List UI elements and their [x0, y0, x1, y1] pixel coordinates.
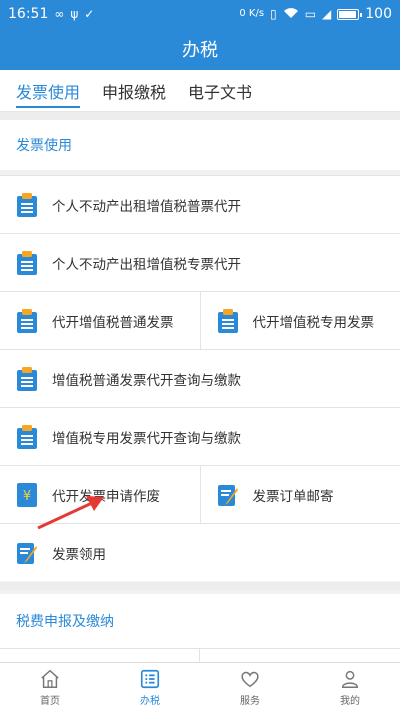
status-time: 16:51	[8, 6, 49, 22]
tabbar-label: 服务	[240, 696, 260, 707]
item-invoice-collect[interactable]: 发票领用	[0, 524, 400, 581]
list-icon	[140, 669, 160, 689]
divider	[0, 582, 400, 590]
battery-level	[339, 10, 357, 18]
heart-icon	[241, 671, 259, 688]
clipboard-icon	[17, 308, 37, 333]
invoice-grid: 个人不动产出租增值税普票代开 个人不动产出租增值税专票代开 代开增值税普通发票 …	[0, 175, 400, 581]
grid-row: 发票领用	[0, 523, 400, 581]
item-invoice-mail[interactable]: 发票订单邮寄	[199, 466, 400, 523]
tabbar-label: 我的	[340, 696, 360, 707]
grid-row: 个人不动产出租增值税普票代开	[0, 175, 400, 233]
item-label: 代开增值税普通发票	[52, 314, 174, 331]
grid-row: 代开增值税普通发票 代开增值税专用发票	[0, 291, 400, 349]
item-label: 代开增值税专用发票	[252, 314, 375, 331]
item-invoice-void-request[interactable]: ¥ 代开发票申请作废	[0, 466, 200, 523]
tab-tax-declare[interactable]: 申报缴税	[102, 70, 166, 112]
clipboard-icon	[17, 250, 37, 275]
clipboard-icon	[17, 424, 37, 449]
tabbar-tax[interactable]: 办税	[100, 663, 200, 712]
item-label: 发票领用	[52, 546, 106, 563]
battery-icon	[337, 8, 363, 20]
tabbar-me[interactable]: 我的	[300, 663, 400, 712]
infinity-icon: ∞	[54, 7, 65, 21]
tab-e-documents[interactable]: 电子文书	[188, 70, 252, 112]
divider	[0, 112, 400, 120]
svg-text:¥: ¥	[23, 489, 31, 504]
yuan-document-icon: ¥	[17, 482, 37, 507]
tax-grid-top	[0, 648, 400, 663]
tab-invoice-use[interactable]: 发票使用	[16, 70, 81, 112]
clipboard-icon	[217, 308, 238, 333]
grid-row: 增值税专用发票代开查询与缴款	[0, 407, 400, 465]
bottom-tabbar: 首页 办税 服务 我的	[0, 662, 400, 712]
status-bar: 16:51 ∞ ψ ✓ 0 K/s ▯ ▭ ◢ 100	[0, 0, 400, 28]
signal-icon: ◢	[322, 7, 332, 21]
item-general-vat-invoice[interactable]: 代开增值税普通发票	[0, 292, 200, 349]
item-label: 个人不动产出租增值税专票代开	[52, 256, 241, 273]
usb-icon: ψ	[70, 7, 79, 21]
item-general-invoice-query[interactable]: 增值税普通发票代开查询与缴款	[0, 350, 400, 407]
grid-row: 增值税普通发票代开查询与缴款	[0, 349, 400, 407]
item-label: 个人不动产出租增值税普票代开	[52, 198, 241, 215]
clipboard-icon	[17, 366, 37, 391]
item-label: 代开发票申请作废	[52, 488, 160, 505]
wifi-icon	[283, 7, 299, 21]
edit-document-icon	[17, 542, 37, 564]
tabbar-service[interactable]: 服务	[200, 663, 300, 712]
header: 办税	[0, 28, 400, 70]
section-title-invoice: 发票使用	[0, 120, 400, 170]
grid-row: ¥ 代开发票申请作废 发票订单邮寄	[0, 465, 400, 523]
item-special-vat-invoice[interactable]: 代开增值税专用发票	[199, 292, 400, 349]
net-speed: 0 K/s	[239, 8, 265, 19]
home-icon	[41, 669, 59, 688]
person-icon	[341, 670, 359, 688]
check-icon: ✓	[84, 7, 95, 21]
tabbar-label: 办税	[140, 696, 160, 707]
clipboard-icon	[17, 192, 37, 217]
tab-label: 发票使用	[16, 82, 81, 102]
vibrate-icon: ▯	[270, 7, 277, 21]
tabbar-home[interactable]: 首页	[0, 663, 100, 712]
top-tabs: 发票使用 申报缴税 电子文书	[0, 70, 400, 112]
item-label: 发票订单邮寄	[252, 488, 334, 505]
item-rent-general-invoice[interactable]: 个人不动产出租增值税普票代开	[0, 176, 400, 233]
tab-label: 申报缴税	[102, 82, 167, 102]
item-label: 增值税专用发票代开查询与缴款	[52, 430, 241, 447]
edit-document-icon	[217, 484, 238, 506]
section-title-tax: 税费申报及缴纳	[0, 594, 400, 648]
grid-row: 个人不动产出租增值税专票代开	[0, 233, 400, 291]
section-title-text: 发票使用	[16, 138, 72, 154]
page-title: 办税	[182, 40, 218, 61]
item-label: 增值税普通发票代开查询与缴款	[52, 372, 241, 389]
battery-percent: 100	[365, 6, 392, 22]
divider	[199, 649, 200, 663]
item-rent-special-invoice[interactable]: 个人不动产出租增值税专票代开	[0, 234, 400, 291]
item-special-invoice-query[interactable]: 增值税专用发票代开查询与缴款	[0, 408, 400, 465]
tabbar-label: 首页	[40, 696, 60, 707]
screen-icon: ▭	[304, 7, 317, 21]
tab-label: 电子文书	[188, 82, 253, 102]
section-title-text: 税费申报及缴纳	[16, 614, 114, 630]
